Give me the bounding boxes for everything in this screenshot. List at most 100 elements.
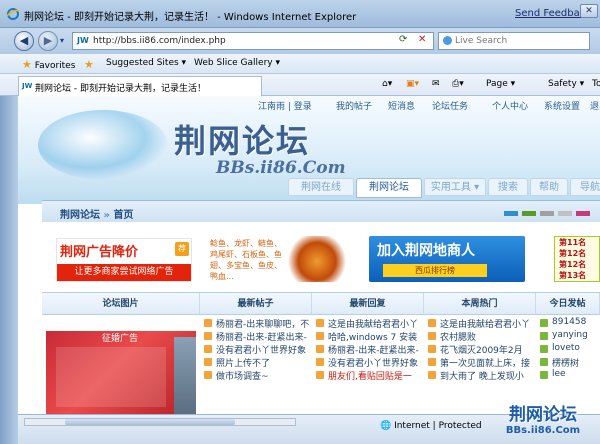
nav-tab-guide[interactable]: 导航 (570, 178, 600, 196)
site-favicon: JW (77, 36, 89, 45)
ad-seafood-text[interactable]: 鲶鱼、龙虾、鲢鱼、鸡尾虾、石板鱼、鱼翅、多宝鱼、鱼皮、鸭血... (210, 238, 284, 282)
forum-picture[interactable]: 征婚广告 (46, 331, 196, 414)
add-favorite-icon[interactable]: ★ (84, 58, 94, 71)
tab-strip: JW 荆网论坛 - 即刻开始记录大荆，记录生活！ ⌂▾ ▣▾ ✉ ⎙▾ Page… (0, 74, 600, 96)
breadcrumb: 荆网论坛 » 首页 (42, 200, 600, 222)
page-viewport: 江南雨 | 登录 我的帖子 短消息 论坛任务 个人中心 系统设置 退出 荆网论坛… (18, 96, 600, 414)
breadcrumb-current: 首页 (113, 210, 134, 221)
list-item[interactable]: 杨丽君-出来-赶紧出来- (204, 330, 310, 343)
messages-link[interactable]: 短消息 (388, 99, 415, 112)
page-menu[interactable]: Page ▾ (486, 79, 515, 89)
col-header-today-posts: 今日发帖 (536, 293, 600, 315)
breadcrumb-text: 荆网论坛 » 首页 (60, 206, 133, 221)
forward-icon[interactable]: ▶ (38, 31, 58, 51)
style-swatch-pink[interactable] (576, 211, 590, 216)
list-item[interactable]: 没有君君小丫世界好象 (316, 356, 422, 369)
stop-icon[interactable]: ✕ (418, 34, 426, 45)
web-slice-gallery-button[interactable]: Web Slice Gallery ▾ (194, 58, 280, 68)
tools-menu[interactable]: To (592, 79, 600, 89)
list-item[interactable]: 没有君君小丫世界好象 (204, 343, 310, 356)
list-item[interactable]: 哈哈,windows 7 安装 (316, 330, 422, 343)
site-banner: 江南雨 | 登录 我的帖子 短消息 论坛任务 个人中心 系统设置 退出 荆网论坛… (18, 96, 600, 204)
col-header-weekly-hot: 本周热门 (424, 293, 536, 315)
latest-posts-list: 杨丽君-出来聊聊吧，不 杨丽君-出来-赶紧出来- 没有君君小丫世界好象 照片上传… (204, 317, 310, 382)
ad-join-merchants[interactable]: 加入荆网地商人 西瓜排行榜 (369, 236, 525, 282)
nav-tab-help[interactable]: 帮助 (530, 178, 568, 196)
security-zone[interactable]: 🌐 Internet | Protected (380, 421, 482, 431)
list-item[interactable]: 杨丽君-出来聊聊吧，不 (204, 317, 310, 330)
favorites-button[interactable]: ★ Favorites (22, 58, 75, 71)
list-item[interactable]: 做市场调查~ (204, 369, 310, 382)
user-center-link[interactable]: 个人中心 (492, 99, 528, 112)
site-logo[interactable]: 荆网论坛 (174, 116, 310, 162)
home-icon[interactable]: ⌂▾ (382, 79, 392, 89)
rank-line: 第12名 (559, 260, 587, 269)
site-nav: 荆网在线 荆网论坛 实用工具 ▾ 搜索 帮助 导航 (18, 178, 600, 202)
address-input[interactable]: JW http://bbs.ii86.com/index.php ⟳ ✕ (72, 32, 434, 50)
user-login-link[interactable]: 江南雨 | 登录 (258, 99, 312, 112)
forum-tasks-link[interactable]: 论坛任务 (432, 99, 468, 112)
refresh-icon[interactable]: ⟳ (399, 34, 407, 45)
list-item[interactable]: 这是由我献给君君小丫 (316, 317, 422, 330)
safety-menu[interactable]: Safety ▾ (548, 79, 584, 89)
print-icon[interactable]: ⎙▾ (452, 79, 464, 89)
favorites-label: Favorites (34, 61, 76, 71)
list-item[interactable]: yanying (540, 330, 600, 343)
ad-join-merchants-sub: 西瓜排行榜 (383, 264, 487, 277)
list-item[interactable]: lee (540, 369, 600, 382)
list-item[interactable]: 第一次见面就上床，接 (428, 356, 534, 369)
list-item[interactable]: 891458 (540, 317, 600, 330)
my-posts-link[interactable]: 我的帖子 (336, 99, 372, 112)
list-item[interactable]: loveto (540, 343, 600, 356)
tab-current[interactable]: JW 荆网论坛 - 即刻开始记录大荆，记录生活！ (18, 76, 262, 96)
mail-icon[interactable]: ✉ (432, 79, 440, 89)
tab-title: 荆网论坛 - 即刻开始记录大荆，记录生活！ (35, 84, 206, 94)
settings-link[interactable]: 系统设置 (544, 99, 580, 112)
suggested-sites-button[interactable]: Suggested Sites ▾ (106, 58, 186, 68)
close-icon[interactable]: ✕ (580, 4, 598, 18)
window-frame-left (0, 96, 18, 444)
nav-tab-forum[interactable]: 荆网论坛 (356, 178, 422, 198)
style-swatch-gray[interactable] (540, 211, 554, 216)
breadcrumb-separator: » (103, 210, 110, 221)
logout-link[interactable]: 退出 (590, 99, 600, 112)
list-item[interactable]: 杨丽君-出来-赶紧出来- (316, 343, 422, 356)
address-bar-row: ◀ ▶ ▾ JW http://bbs.ii86.com/index.php ⟳… (0, 28, 600, 54)
style-swatch-silver[interactable] (558, 211, 572, 216)
breadcrumb-home[interactable]: 荆网论坛 (60, 210, 100, 221)
address-text[interactable]: http://bbs.ii86.com/index.php (93, 36, 226, 46)
nav-tab-online[interactable]: 荆网在线 (288, 178, 354, 196)
recommend-badge: 荐 (175, 242, 189, 256)
rank-line: 第12名 (559, 249, 587, 258)
ad-seafood-image[interactable] (284, 236, 350, 282)
list-item[interactable]: 花飞烟灭2009年2月 (428, 343, 534, 356)
ad-rank-list[interactable]: 第11名 第12名 第12名 第13名 (554, 236, 600, 282)
ie-icon (6, 8, 20, 20)
nav-tab-search[interactable]: 搜索 (488, 178, 528, 196)
site-favicon: JW (22, 82, 33, 90)
chevron-down-icon[interactable]: ▾ (60, 36, 64, 45)
favorites-bar: ★ Favorites ★ Suggested Sites ▾ Web Slic… (0, 54, 600, 74)
list-item[interactable]: 朋友们,看贴回贴是一 (316, 369, 422, 382)
list-item[interactable]: 到大雨了 晚上发现小 (428, 369, 534, 382)
list-item[interactable]: 这是由我献给君君小丫 (428, 317, 534, 330)
list-item[interactable]: 农村腮败 (428, 330, 534, 343)
style-swatch-blue[interactable] (504, 211, 518, 216)
photo-edge (174, 337, 196, 414)
watermark-title: 荆网论坛 (509, 405, 577, 425)
style-swatch-green[interactable] (522, 211, 536, 216)
site-logo-domain: BBs.ii86.Com (216, 158, 346, 178)
list-item[interactable]: 楞楞树 (540, 356, 600, 369)
nav-tab-tools[interactable]: 实用工具 ▾ (424, 178, 486, 196)
star-icon: ★ (22, 58, 32, 71)
search-icon (443, 36, 452, 45)
scroll-thumb[interactable] (65, 419, 235, 425)
window-title-bar: 荆网论坛 - 即刻开始记录大荆，记录生活！ - Windows Internet… (0, 0, 600, 28)
ad-price-cut[interactable]: 荆网广告降价 荐 让更多商家尝试网络广告 (56, 238, 192, 282)
back-icon[interactable]: ◀ (14, 31, 34, 51)
list-item[interactable]: 照片上传不了 (204, 356, 310, 369)
horizontal-scrollbar[interactable] (24, 418, 296, 426)
rss-icon[interactable]: ▣▾ (406, 79, 419, 89)
ad-price-cut-sub: 让更多商家尝试网络广告 (57, 264, 191, 281)
search-input[interactable]: Live Search (438, 32, 590, 50)
